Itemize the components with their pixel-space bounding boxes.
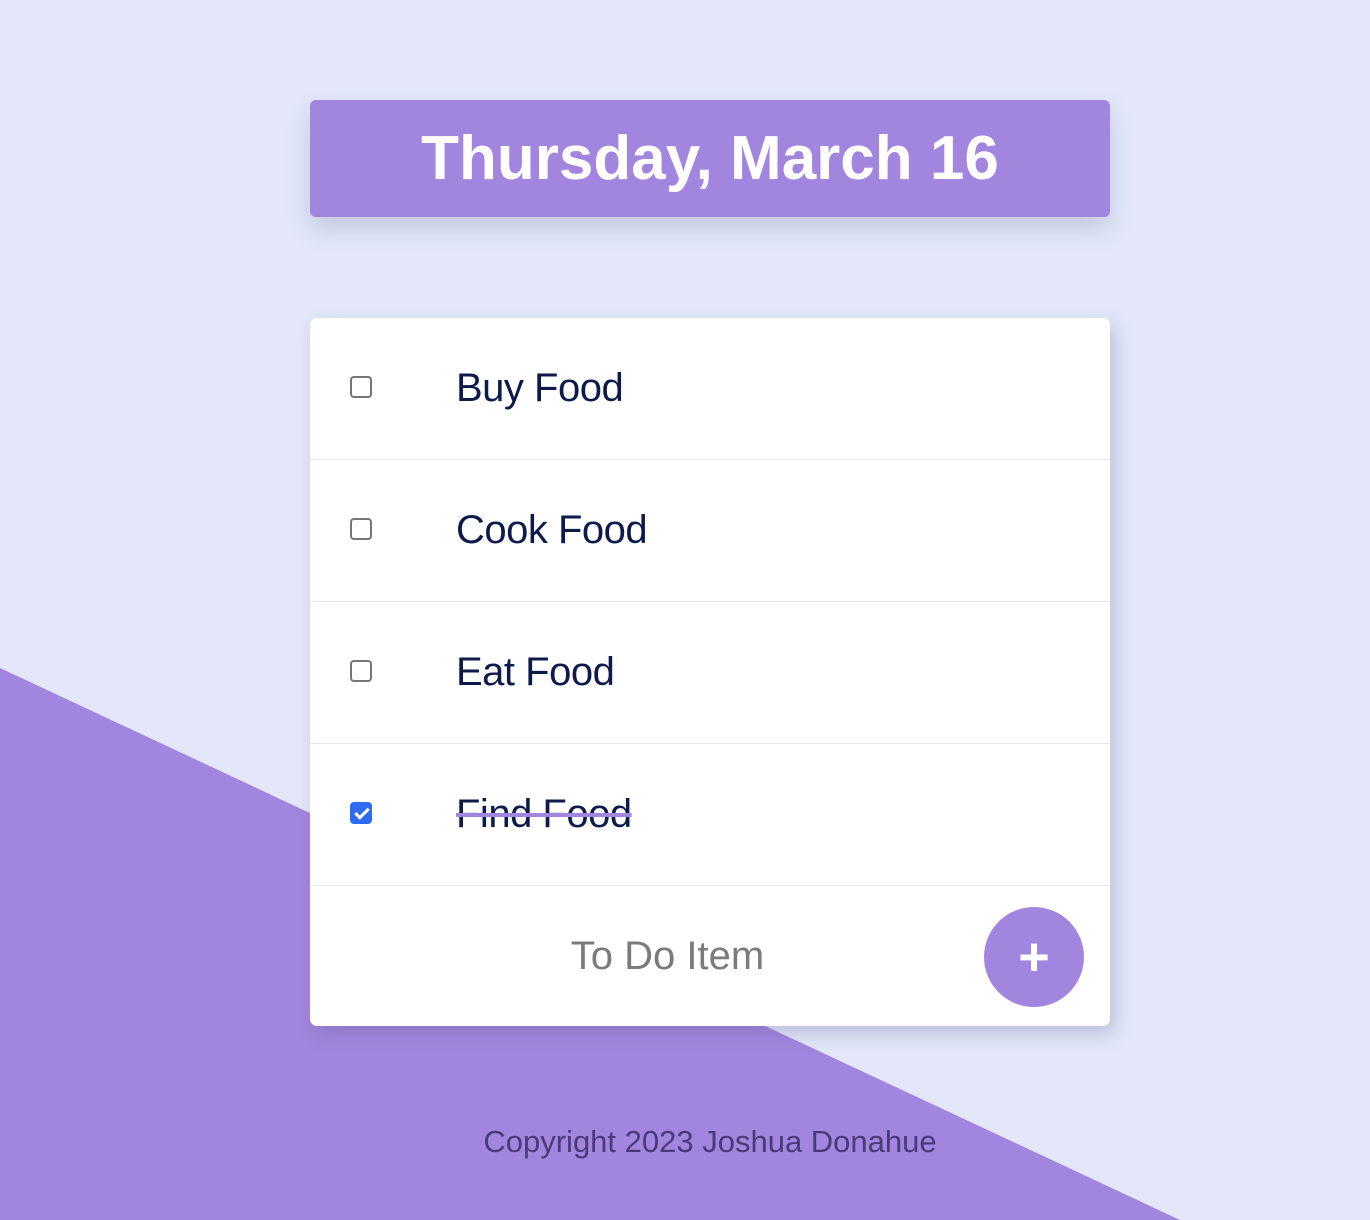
item-label: Buy Food <box>456 366 624 410</box>
add-item-button[interactable]: + <box>984 907 1084 1007</box>
new-item-input[interactable] <box>310 932 1025 980</box>
item-label: Cook Food <box>456 508 648 552</box>
list-item: Cook Food <box>310 460 1110 602</box>
list-item: Find Food <box>310 744 1110 886</box>
item-checkbox[interactable] <box>350 376 372 398</box>
item-label: Find Food <box>456 792 632 836</box>
item-checkbox[interactable] <box>350 518 372 540</box>
date-title: Thursday, March 16 <box>421 124 999 193</box>
new-item-form: + <box>310 886 1110 1026</box>
item-checkbox[interactable] <box>350 660 372 682</box>
todo-card: Buy Food Cook Food Eat Food Find Food + <box>310 318 1110 1026</box>
list-item: Buy Food <box>310 318 1110 460</box>
list-item: Eat Food <box>310 602 1110 744</box>
date-header: Thursday, March 16 <box>310 100 1110 217</box>
item-checkbox[interactable] <box>350 802 372 824</box>
copyright-footer: Copyright 2023 Joshua Donahue <box>483 1124 937 1159</box>
item-label: Eat Food <box>456 650 615 694</box>
